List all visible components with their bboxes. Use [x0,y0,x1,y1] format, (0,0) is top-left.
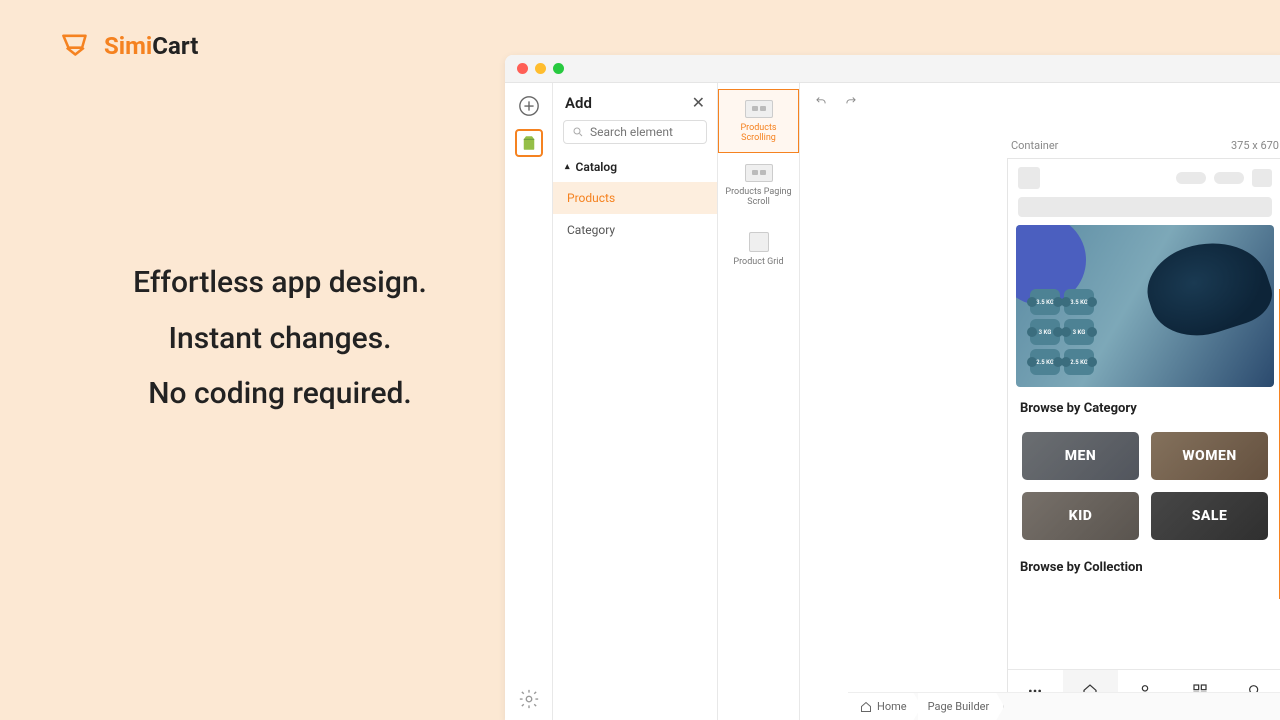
home-icon [860,701,872,713]
menu-item-products[interactable]: Products [553,182,717,214]
tagline-line-3: No coding required. [60,366,500,422]
section-title-browse-category: Browse by Category [1008,387,1280,426]
canvas-area[interactable]: Products Scrolling ✥ Container 375 x 670 [800,83,1280,720]
search-field[interactable] [590,125,698,139]
element-products-paging-scroll[interactable]: Products Paging Scroll [718,153,799,217]
mobile-preview: 3.5 KG 3.5 KG 3 KG 3 KG 2.5 KG 2.5 KG Br… [1007,158,1280,720]
window-titlebar [505,55,1280,83]
preview-container-label: Container [1011,139,1058,152]
add-panel-title: Add [565,94,592,112]
add-panel: Add ✕ Catalog Products Category [553,83,718,720]
elements-column: Products Scrolling Products Paging Scrol… [718,83,800,720]
window-close-icon[interactable] [517,63,528,74]
placeholder-tab [1176,172,1206,184]
hero-banner[interactable]: 3.5 KG 3.5 KG 3 KG 3 KG 2.5 KG 2.5 KG [1016,225,1274,387]
breadcrumb-page-builder[interactable]: Page Builder [918,693,1005,720]
product-grid-icon [749,232,769,252]
element-products-scrolling[interactable]: Products Scrolling [718,89,799,153]
window-maximize-icon[interactable] [553,63,564,74]
dumbbell: 3 KG [1030,319,1060,345]
add-element-button[interactable] [518,95,540,117]
section-title-browse-collection: Browse by Collection [1008,546,1280,575]
placeholder-search-bar [1018,197,1272,217]
tagline-line-2: Instant changes. [60,311,500,367]
dumbbell: 3.5 KG [1064,289,1094,315]
placeholder-icon [1252,169,1272,187]
search-input[interactable] [563,120,707,144]
section-catalog-header[interactable]: Catalog [553,152,717,182]
preview-dimensions: 375 x 670 [1231,139,1279,152]
category-tile-women[interactable]: WOMEN [1151,432,1268,480]
tagline: Effortless app design. Instant changes. … [60,255,500,422]
breadcrumb: Home Page Builder [848,692,1280,720]
category-tile-sale[interactable]: SALE [1151,492,1268,540]
placeholder-icon [1018,167,1040,189]
dumbbell: 3 KG [1064,319,1094,345]
menu-item-category[interactable]: Category [553,214,717,246]
window-minimize-icon[interactable] [535,63,546,74]
tagline-line-1: Effortless app design. [60,255,500,311]
category-tile-kid[interactable]: KID [1022,492,1139,540]
placeholder-tab [1214,172,1244,184]
dumbbell: 3.5 KG [1030,289,1060,315]
element-product-grid[interactable]: Product Grid [718,217,799,281]
app-window: Add ✕ Catalog Products Category Products… [505,55,1280,720]
dumbbell: 2.5 KG [1064,349,1094,375]
category-tile-men[interactable]: MEN [1022,432,1139,480]
products-scrolling-icon [745,100,773,118]
brand-logo: SimiCart [60,32,500,60]
close-panel-button[interactable]: ✕ [692,93,705,112]
left-rail [505,83,553,720]
undo-button[interactable] [814,93,828,112]
breadcrumb-home[interactable]: Home [848,693,922,720]
cart-icon [60,32,94,60]
settings-button[interactable] [518,688,540,710]
products-paging-icon [745,164,773,182]
search-icon [572,126,584,138]
preview-meta: Container 375 x 670 [1007,139,1280,158]
redo-button[interactable] [844,93,858,112]
shopify-app-icon[interactable] [515,129,543,157]
dumbbell: 2.5 KG [1030,349,1060,375]
brand-name: SimiCart [104,32,198,60]
